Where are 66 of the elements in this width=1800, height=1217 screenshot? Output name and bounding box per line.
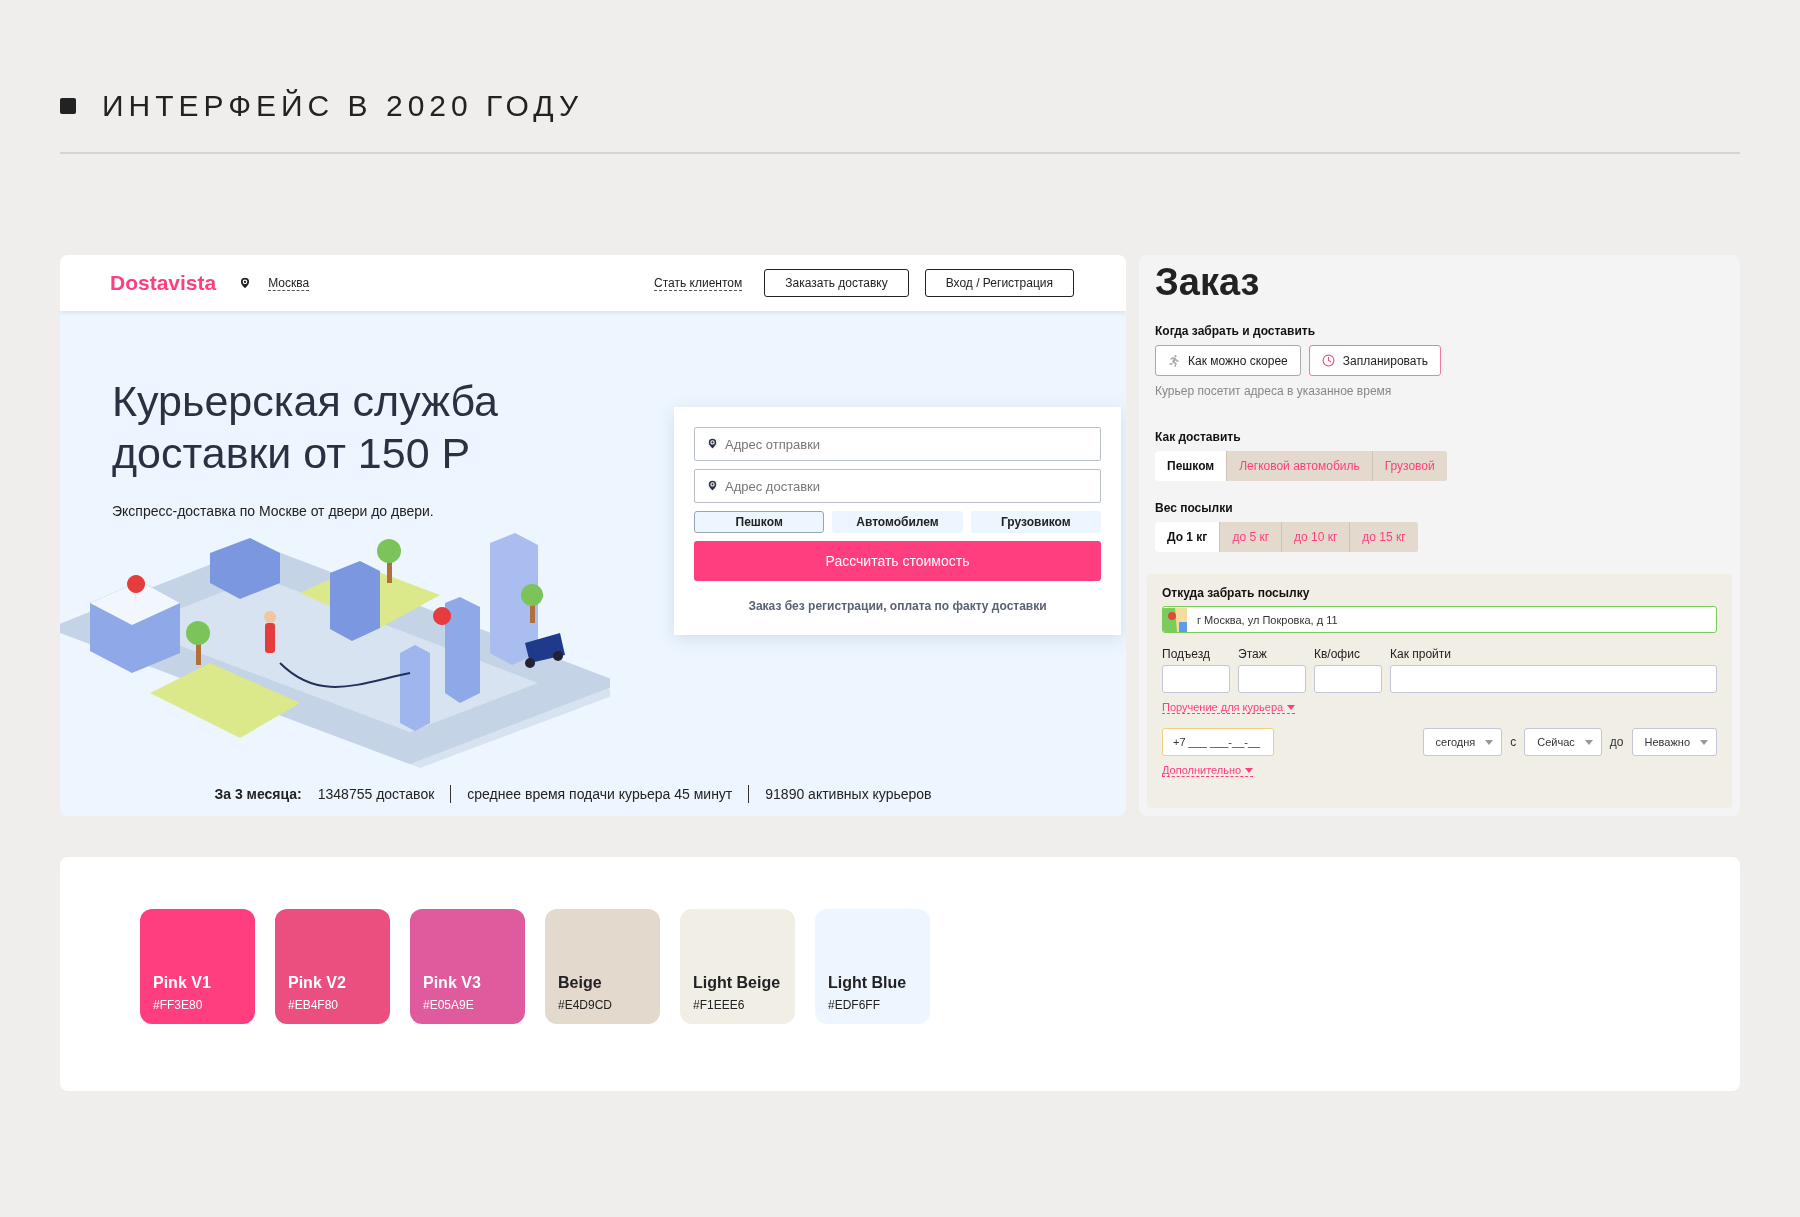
input-field[interactable] <box>1238 665 1306 693</box>
section-label: Вес посылки <box>1155 501 1234 515</box>
delivery-mode-tab[interactable]: Пешком <box>694 511 825 533</box>
clock-icon <box>1321 354 1335 367</box>
field-label: Как пройти <box>1390 647 1452 661</box>
caret-icon <box>1700 739 1708 745</box>
logo: Dostavista <box>110 271 217 295</box>
calculator-note: Заказ без регистрации, оплата по факту доставки <box>747 599 1048 613</box>
nav-button[interactable]: Вход / Регистрация <box>924 269 1074 297</box>
swatch-name: Pink V3 <box>423 974 482 992</box>
segment-tab[interactable]: До 1 кг <box>1155 522 1221 552</box>
address-field[interactable]: Адрес отправки <box>694 427 1101 461</box>
date-select[interactable]: сегодня <box>1422 728 1503 756</box>
swatch-name: Light Beige <box>693 974 782 992</box>
map-pin-icon <box>706 437 719 450</box>
hero-subtitle: Экспресс-доставка по Москве от двери до двери. <box>112 503 435 519</box>
stat-text: среднее время подачи курьера 45 минут <box>467 786 733 802</box>
swatch-hex: #E05A9E <box>423 998 475 1012</box>
square-bullet-icon <box>60 98 76 114</box>
stat-text: 1348755 доставок <box>317 786 435 802</box>
input-field[interactable] <box>1390 665 1717 693</box>
map-pin-icon <box>706 479 719 492</box>
field-label: Этаж <box>1238 647 1268 661</box>
swatch-hex: #E4D9CD <box>558 998 614 1012</box>
swatch-hex: #EB4F80 <box>288 998 340 1012</box>
pickup-address-field[interactable]: г Москва, ул Покровка, д 11 <box>1162 606 1717 633</box>
caret-icon <box>1245 767 1254 773</box>
running-person-icon <box>1168 354 1180 367</box>
nav-button[interactable]: Заказать доставку <box>764 269 909 297</box>
swatch-name: Pink V2 <box>288 974 347 992</box>
input-field[interactable] <box>1314 665 1382 693</box>
swatch-name: Beige <box>558 974 603 992</box>
section-label: Когда забрать и доставить <box>1155 324 1317 338</box>
caret-icon <box>1287 704 1296 710</box>
timing-hint: Курьер посетит адреса в указанное время <box>1155 384 1393 398</box>
caret-icon <box>1485 739 1494 745</box>
stat-text: 91890 активных курьеров <box>765 786 932 802</box>
time-from-select[interactable]: Сейчас <box>1524 728 1602 756</box>
order-title: Заказ <box>1155 261 1261 304</box>
swatch-name: Pink V1 <box>153 974 212 992</box>
delivery-mode-tab[interactable]: Автомобилем <box>832 511 963 533</box>
page-title: ИНТЕРФЕЙС В 2020 ГОДУ <box>102 89 583 123</box>
map-icon <box>1163 607 1187 632</box>
time-to-select[interactable]: Неважно <box>1631 728 1717 756</box>
input-field[interactable] <box>1162 665 1230 693</box>
timing-option[interactable]: Запланировать <box>1308 345 1441 376</box>
from-label: с <box>1510 735 1517 749</box>
city-link[interactable]: Москва <box>268 275 310 291</box>
swatch-hex: #F1EEE6 <box>693 998 746 1012</box>
phone-field[interactable]: +7 ___ ___-__-__ <box>1162 728 1274 756</box>
field-label: Кв/офис <box>1314 647 1361 661</box>
segment-tab[interactable]: Пешком <box>1155 451 1228 481</box>
to-label: до <box>1609 735 1624 749</box>
section-label: Откуда забрать посылку <box>1162 586 1311 600</box>
swatch-hex: #FF3E80 <box>153 998 204 1012</box>
nav-link[interactable]: Стать клиентом <box>654 275 743 291</box>
address-field[interactable]: Адрес доставки <box>694 469 1101 503</box>
delivery-mode-tab[interactable]: Грузовиком <box>970 511 1101 533</box>
field-label: Подъезд <box>1162 647 1211 661</box>
swatch-hex: #EDF6FF <box>828 998 881 1012</box>
hero-title: Курьерская служба доставки от 150 Р <box>112 376 499 479</box>
swatch-name: Light Blue <box>828 974 908 992</box>
stats-label: За 3 месяца: <box>214 786 302 802</box>
section-label: Как доставить <box>1155 430 1242 444</box>
caret-icon <box>1584 739 1593 745</box>
timing-option[interactable]: Как можно скорее <box>1155 345 1301 376</box>
